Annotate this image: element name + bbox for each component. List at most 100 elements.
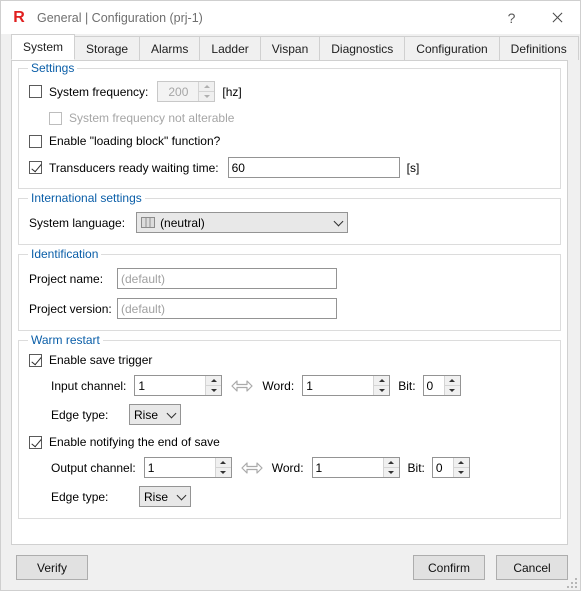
input-channel-spinner[interactable]: 1	[134, 375, 223, 396]
word-spinner[interactable]: 1	[302, 375, 391, 396]
triangle-up-icon	[449, 379, 456, 382]
tab-configuration[interactable]: Configuration	[404, 36, 500, 60]
word-value: 1	[303, 376, 374, 395]
system-language-combobox[interactable]: (neutral)	[136, 212, 349, 233]
spinner-buttons[interactable]	[198, 82, 215, 101]
spinner-buttons[interactable]	[443, 376, 460, 395]
spinner-up-button[interactable]	[444, 376, 460, 386]
word-label: Word:	[262, 378, 295, 393]
bit-spinner[interactable]: 0	[431, 457, 470, 478]
tab-label: Storage	[86, 41, 129, 56]
close-icon	[551, 11, 564, 24]
notify-end-edge-type-combobox[interactable]: Rise	[139, 486, 191, 507]
identification-group: Identification Project name: (default) P…	[18, 248, 561, 331]
verify-label: Verify	[36, 560, 67, 575]
spinner-down-button[interactable]	[444, 386, 460, 395]
tab-label: Definitions	[510, 41, 567, 56]
tab-vispan[interactable]: Vispan	[259, 36, 321, 60]
help-button[interactable]: ?	[489, 1, 534, 34]
output-channel-spinner[interactable]: 1	[143, 457, 232, 478]
triangle-down-icon	[458, 471, 465, 474]
transducers-unit: [s]	[406, 160, 420, 175]
save-trigger-row: Enable save trigger	[29, 353, 550, 367]
save-trigger-edge-type-label: Edge type:	[51, 407, 109, 422]
system-frequency-label: System frequency:	[49, 84, 149, 99]
identification-legend: Identification	[28, 248, 102, 261]
close-button[interactable]	[535, 1, 580, 34]
project-name-input[interactable]: (default)	[117, 268, 337, 289]
dialog-footer: Verify Confirm Cancel	[1, 545, 580, 590]
chevron-down-icon	[177, 492, 186, 501]
cancel-button[interactable]: Cancel	[496, 555, 568, 580]
transducers-value: 60	[231, 160, 245, 175]
system-language-label: System language:	[29, 215, 126, 230]
footer-action-buttons: Confirm Cancel	[413, 555, 568, 580]
system-frequency-spinner[interactable]: 200	[157, 81, 216, 102]
verify-button[interactable]: Verify	[16, 555, 88, 580]
notify-end-checkbox[interactable]	[29, 435, 42, 449]
tab-storage[interactable]: Storage	[74, 36, 141, 60]
flag-icon	[141, 217, 156, 228]
spinner-up-button[interactable]	[453, 458, 469, 468]
tab-label: Ladder	[211, 41, 249, 56]
spinner-up-button[interactable]	[199, 82, 215, 92]
input-channel-row: Input channel: 1 Word: 1 Bit: 0	[29, 375, 550, 396]
tab-definitions[interactable]: Definitions	[498, 36, 579, 60]
tab-label: Alarms	[151, 41, 189, 56]
confirm-label: Confirm	[427, 560, 470, 575]
system-language-value: (neutral)	[160, 215, 205, 230]
configuration-window: R General | Configuration (prj-1) ? Syst…	[0, 0, 581, 591]
spinner-up-button[interactable]	[215, 458, 231, 468]
spinner-down-button[interactable]	[374, 386, 390, 395]
tab-label: Diagnostics	[331, 41, 394, 56]
spinner-buttons[interactable]	[452, 458, 469, 477]
resize-grip[interactable]	[566, 577, 577, 588]
tab-system[interactable]: System	[11, 34, 76, 60]
project-version-label: Project version:	[29, 301, 112, 316]
tab-alarms[interactable]: Alarms	[139, 36, 201, 60]
spinner-up-button[interactable]	[383, 458, 399, 468]
project-name-label: Project name:	[29, 271, 104, 286]
spinner-buttons[interactable]	[205, 376, 222, 395]
loading-block-row: Enable "loading block" function?	[29, 134, 550, 148]
tab-label: Configuration	[416, 41, 488, 56]
save-trigger-edge-type-row: Edge type: Rise	[29, 404, 550, 425]
triangle-up-icon	[203, 85, 210, 88]
spinner-down-button[interactable]	[215, 468, 231, 477]
chevron-down-icon	[167, 410, 176, 419]
notify-end-edge-type-label: Edge type:	[51, 489, 109, 504]
triangle-down-icon	[220, 471, 227, 474]
spinner-buttons[interactable]	[373, 376, 390, 395]
spinner-down-button[interactable]	[383, 468, 399, 477]
spinner-down-button[interactable]	[453, 468, 469, 477]
confirm-button[interactable]: Confirm	[413, 555, 485, 580]
spinner-down-button[interactable]	[206, 386, 222, 395]
loading-block-checkbox[interactable]	[29, 134, 42, 148]
transducers-input[interactable]: 60	[227, 157, 400, 178]
system-frequency-checkbox[interactable]	[29, 85, 42, 98]
save-trigger-checkbox[interactable]	[29, 353, 42, 367]
spinner-down-button[interactable]	[199, 92, 215, 101]
spinner-buttons[interactable]	[214, 458, 231, 477]
transducers-label: Transducers ready waiting time:	[49, 160, 219, 175]
project-version-placeholder: (default)	[121, 301, 166, 316]
spinner-up-button[interactable]	[206, 376, 222, 386]
transducers-checkbox[interactable]	[29, 161, 42, 174]
output-channel-value: 1	[144, 458, 215, 477]
international-settings-group: International settings System language: …	[18, 192, 561, 245]
bit-label: Bit:	[407, 460, 425, 475]
output-channel-row: Output channel: 1 Word: 1 Bit: 0	[29, 457, 550, 478]
spinner-buttons[interactable]	[382, 458, 399, 477]
title-bar: R General | Configuration (prj-1) ?	[1, 1, 580, 34]
word-spinner[interactable]: 1	[311, 457, 400, 478]
save-trigger-edge-type-combobox[interactable]: Rise	[129, 404, 181, 425]
tab-diagnostics[interactable]: Diagnostics	[319, 36, 406, 60]
project-version-input[interactable]: (default)	[117, 298, 337, 319]
system-frequency-value: 200	[158, 82, 199, 101]
bit-spinner[interactable]: 0	[422, 375, 461, 396]
output-channel-label: Output channel:	[51, 460, 136, 475]
tab-ladder[interactable]: Ladder	[199, 36, 261, 60]
spinner-up-button[interactable]	[374, 376, 390, 386]
project-name-row: Project name: (default)	[29, 268, 550, 289]
triangle-up-icon	[458, 461, 465, 464]
